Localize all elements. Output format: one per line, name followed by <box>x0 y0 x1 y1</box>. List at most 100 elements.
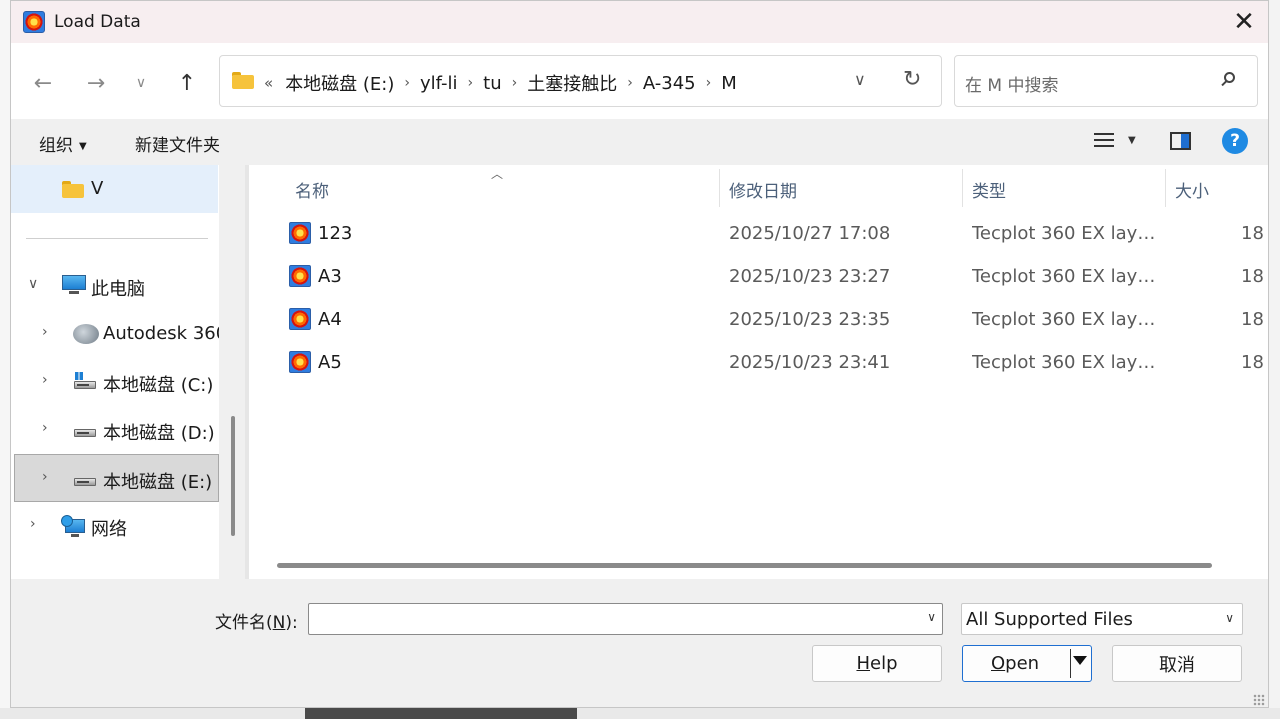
breadcrumb-item[interactable]: ylf-li <box>420 73 458 94</box>
tecplot-file-icon <box>289 222 311 244</box>
help-icon[interactable]: ? <box>1222 128 1248 154</box>
file-type: Tecplot 360 EX layo... <box>972 352 1160 373</box>
file-type: Tecplot 360 EX layo... <box>972 309 1160 330</box>
recent-locations-button[interactable]: ∨ <box>123 67 159 99</box>
close-icon: ✕ <box>1233 7 1255 37</box>
cancel-button[interactable]: 取消 <box>1112 645 1242 682</box>
new-folder-button[interactable]: 新建文件夹 <box>135 131 220 156</box>
forward-button[interactable]: → <box>78 67 114 99</box>
file-type-select[interactable]: All Supported Files ∨ <box>961 603 1243 635</box>
view-options-icon[interactable] <box>1094 133 1114 149</box>
chevron-right-icon[interactable]: › <box>468 75 474 91</box>
organize-menu-button[interactable]: 组织 ▼ <box>39 131 87 156</box>
nav-scrollbar-thumb[interactable] <box>231 416 235 536</box>
search-input[interactable]: 在 M 中搜索 <box>954 55 1258 107</box>
breadcrumb-item[interactable]: 本地磁盘 (E:) <box>285 70 394 96</box>
nav-item-drive-d[interactable]: › 本地磁盘 (D:) <box>11 406 218 454</box>
breadcrumb-overflow[interactable]: « <box>264 74 273 92</box>
network-icon <box>61 515 87 537</box>
address-history-chevron-down-icon[interactable]: ∨ <box>854 70 866 89</box>
chevron-right-icon[interactable]: › <box>42 420 48 436</box>
preview-pane-icon[interactable] <box>1170 132 1191 150</box>
nav-item-folder-v[interactable]: V <box>11 165 218 213</box>
file-list-horizontal-scrollbar[interactable] <box>277 563 1212 568</box>
arrow-right-icon: → <box>86 70 106 96</box>
drive-icon <box>74 469 98 487</box>
breadcrumb-item[interactable]: A-345 <box>643 73 696 94</box>
breadcrumb-item[interactable]: 土塞接触比 <box>527 70 617 96</box>
filename-label: 文件名(N): <box>215 613 298 633</box>
table-row[interactable]: A5 2025/10/23 23:41 Tecplot 360 EX layo.… <box>245 341 1268 384</box>
chevron-right-icon[interactable]: › <box>42 372 48 388</box>
nav-item-network[interactable]: › 网络 <box>11 502 218 550</box>
column-header-size[interactable]: 大小 <box>1175 177 1209 202</box>
column-header-type[interactable]: 类型 <box>972 177 1006 202</box>
arrow-up-icon: ↑ <box>177 70 197 96</box>
navigation-pane: V ∨ 此电脑 › Autodesk 360 › 本地磁盘 (C:) › 本地磁… <box>11 165 227 579</box>
file-modified: 2025/10/27 17:08 <box>729 223 891 244</box>
table-row[interactable]: A3 2025/10/23 23:27 Tecplot 360 EX layo.… <box>245 255 1268 298</box>
nav-item-autodesk-360[interactable]: › Autodesk 360 <box>11 310 227 358</box>
dialog-footer: 文件名(N): ∨ All Supported Files ∨ Help Ope… <box>11 579 1268 707</box>
split-divider <box>1070 649 1071 678</box>
breadcrumb-item[interactable]: tu <box>483 73 501 94</box>
filename-input[interactable]: ∨ <box>308 603 943 635</box>
tecplot-file-icon <box>289 308 311 330</box>
nav-item-drive-c[interactable]: › 本地磁盘 (C:) <box>11 358 218 406</box>
computer-icon <box>62 275 86 295</box>
pane-splitter[interactable] <box>245 165 249 579</box>
nav-item-label: Autodesk 360 <box>103 323 228 344</box>
chevron-right-icon[interactable]: › <box>42 324 48 340</box>
table-row[interactable]: 123 2025/10/27 17:08 Tecplot 360 EX layo… <box>245 212 1268 255</box>
open-dropdown-arrow-icon[interactable] <box>1073 656 1087 665</box>
chevron-down-icon[interactable]: ∨ <box>927 610 936 624</box>
file-name: 123 <box>318 223 353 244</box>
column-divider[interactable] <box>719 169 720 207</box>
command-bar: 组织 ▼ 新建文件夹 ▼ <box>11 119 1268 165</box>
chevron-down-icon: ∨ <box>1225 611 1234 625</box>
file-type: Tecplot 360 EX layo... <box>972 223 1160 244</box>
back-button[interactable]: ← <box>25 67 61 99</box>
refresh-icon[interactable]: ↻ <box>903 67 921 92</box>
nav-item-label: V <box>91 178 104 199</box>
chevron-right-icon[interactable]: › <box>627 75 633 91</box>
chevron-right-icon[interactable]: › <box>404 75 410 91</box>
address-bar[interactable]: « 本地磁盘 (E:) › ylf-li › tu › 土塞接触比 › A-34… <box>219 55 942 107</box>
title-bar[interactable]: Load Data ✕ <box>11 1 1268 43</box>
file-type-value: All Supported Files <box>966 609 1133 630</box>
file-modified: 2025/10/23 23:35 <box>729 309 891 330</box>
resize-grip-icon[interactable] <box>1253 694 1265 706</box>
column-header-name[interactable]: 名称 <box>295 177 329 202</box>
file-name: A4 <box>318 309 342 330</box>
autodesk-drive-icon <box>73 324 99 344</box>
search-placeholder: 在 M 中搜索 <box>965 76 1059 96</box>
chevron-right-icon[interactable]: › <box>42 469 48 485</box>
file-modified: 2025/10/23 23:27 <box>729 266 891 287</box>
search-icon[interactable] <box>1221 72 1237 88</box>
column-divider[interactable] <box>1165 169 1166 207</box>
table-row[interactable]: A4 2025/10/23 23:35 Tecplot 360 EX layo.… <box>245 298 1268 341</box>
close-button[interactable]: ✕ <box>1220 1 1268 43</box>
breadcrumb: « 本地磁盘 (E:) › ylf-li › tu › 土塞接触比 › A-34… <box>264 70 737 96</box>
caret-down-icon[interactable]: ▼ <box>1128 135 1136 146</box>
column-divider[interactable] <box>962 169 963 207</box>
tecplot-file-icon <box>289 351 311 373</box>
breadcrumb-item[interactable]: M <box>721 73 737 94</box>
column-header-modified[interactable]: 修改日期 <box>729 177 797 202</box>
nav-item-drive-e[interactable]: › 本地磁盘 (E:) <box>14 454 219 502</box>
sort-ascending-icon: ︿ <box>491 167 504 181</box>
chevron-right-icon[interactable]: › <box>706 75 712 91</box>
nav-item-label: 网络 <box>91 519 127 540</box>
help-button[interactable]: Help <box>812 645 942 682</box>
nav-item-this-pc[interactable]: ∨ 此电脑 <box>11 262 218 310</box>
file-name: A3 <box>318 266 342 287</box>
chevron-right-icon[interactable]: › <box>30 516 36 532</box>
up-button[interactable]: ↑ <box>169 67 205 99</box>
chevron-right-icon[interactable]: › <box>512 75 518 91</box>
nav-item-label: 本地磁盘 (C:) <box>103 375 214 396</box>
open-button[interactable]: Open <box>962 645 1092 682</box>
arrow-left-icon: ← <box>33 70 53 96</box>
nav-divider <box>26 238 208 239</box>
chevron-down-icon: ∨ <box>135 75 147 91</box>
chevron-down-icon[interactable]: ∨ <box>28 276 38 292</box>
